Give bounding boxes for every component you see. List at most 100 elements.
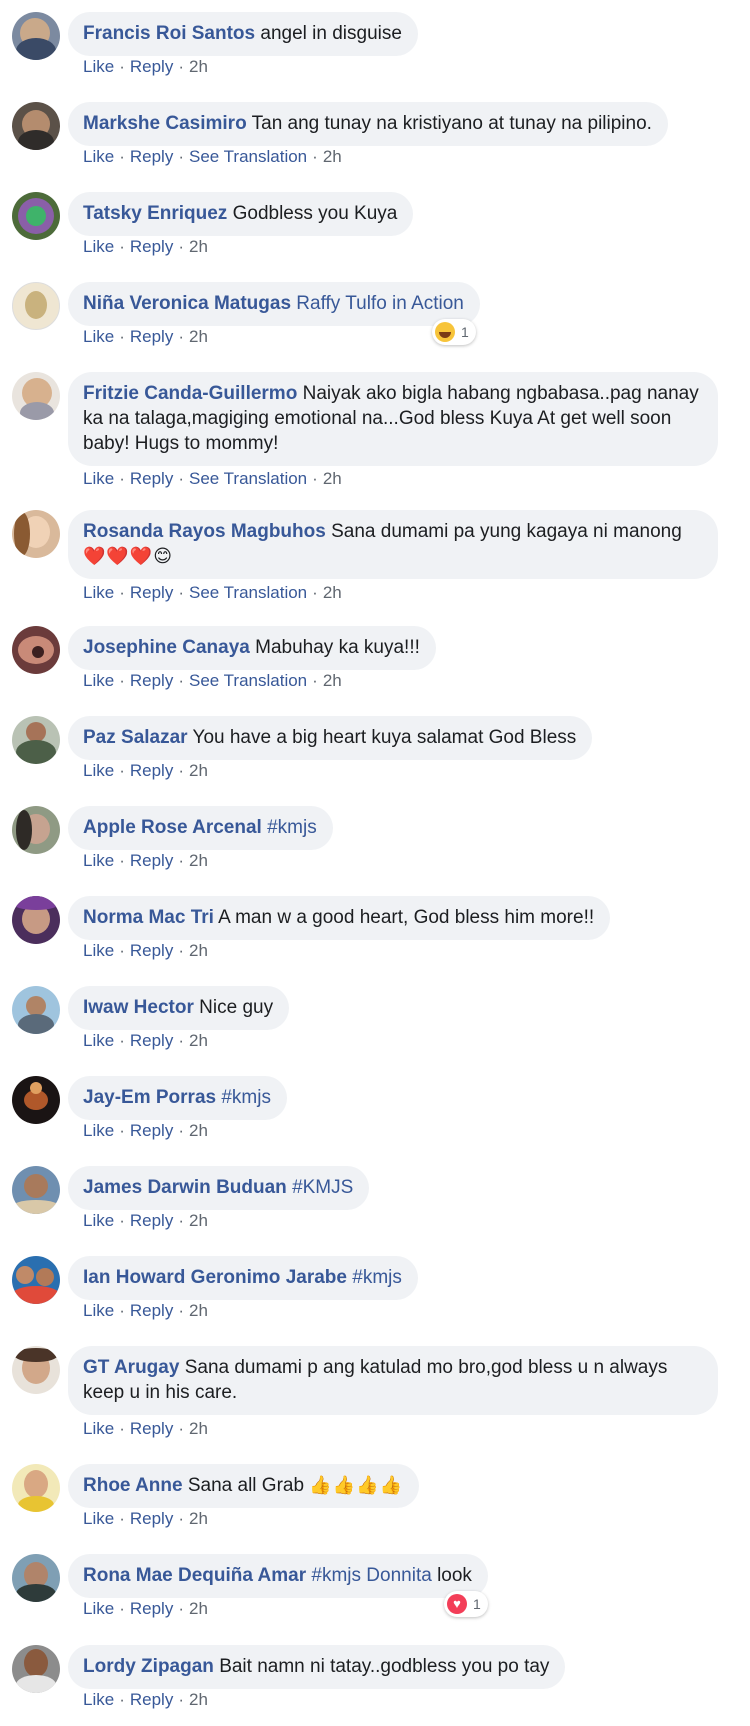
avatar[interactable] — [12, 1076, 60, 1124]
avatar[interactable] — [12, 626, 60, 674]
comment-author[interactable]: James Darwin Buduan — [83, 1177, 287, 1198]
reply-button[interactable]: Reply — [130, 1031, 173, 1050]
timestamp[interactable]: 2h — [323, 469, 342, 488]
avatar[interactable] — [12, 282, 60, 330]
comment-author[interactable]: Francis Roi Santos — [83, 23, 255, 44]
avatar[interactable] — [12, 986, 60, 1034]
comment-author[interactable]: Tatsky Enriquez — [83, 203, 227, 224]
comment-author[interactable]: Lordy Zipagan — [83, 1656, 214, 1677]
reply-button[interactable]: Reply — [130, 941, 173, 960]
avatar[interactable] — [12, 1645, 60, 1693]
hashtag-link[interactable]: #kmjs — [221, 1087, 271, 1108]
reply-button[interactable]: Reply — [130, 1509, 173, 1528]
avatar[interactable] — [12, 102, 60, 150]
hashtag-link[interactable]: #kmjs — [267, 817, 317, 838]
timestamp[interactable]: 2h — [189, 1211, 208, 1230]
avatar[interactable] — [12, 1256, 60, 1304]
comment-author[interactable]: Niña Veronica Matugas — [83, 293, 291, 314]
timestamp[interactable]: 2h — [189, 1121, 208, 1140]
comment-author[interactable]: GT Arugay — [83, 1357, 179, 1378]
timestamp[interactable]: 2h — [323, 671, 342, 690]
timestamp[interactable]: 2h — [189, 237, 208, 256]
avatar[interactable] — [12, 1346, 60, 1394]
reaction-count[interactable]: ♥ 1 — [444, 1591, 488, 1617]
like-button[interactable]: Like — [83, 1419, 114, 1438]
comment-author[interactable]: Jay-Em Porras — [83, 1087, 216, 1108]
hashtag-link[interactable]: #kmjs — [352, 1267, 402, 1288]
like-button[interactable]: Like — [83, 147, 114, 166]
see-translation-link[interactable]: See Translation — [189, 671, 307, 690]
reply-button[interactable]: Reply — [130, 147, 173, 166]
avatar[interactable] — [12, 1166, 60, 1214]
like-button[interactable]: Like — [83, 1690, 114, 1709]
mention-link[interactable]: #kmjs Donnita — [311, 1565, 431, 1586]
reply-button[interactable]: Reply — [130, 57, 173, 76]
timestamp[interactable]: 2h — [189, 851, 208, 870]
like-button[interactable]: Like — [83, 327, 114, 346]
hashtag-link[interactable]: #KMJS — [292, 1177, 353, 1198]
like-button[interactable]: Like — [83, 1211, 114, 1230]
like-button[interactable]: Like — [83, 761, 114, 780]
reply-button[interactable]: Reply — [130, 1690, 173, 1709]
comment-author[interactable]: Paz Salazar — [83, 727, 188, 748]
reply-button[interactable]: Reply — [130, 761, 173, 780]
timestamp[interactable]: 2h — [189, 327, 208, 346]
comment-author[interactable]: Fritzie Canda-Guillermo — [83, 383, 297, 404]
like-button[interactable]: Like — [83, 941, 114, 960]
avatar[interactable] — [12, 716, 60, 764]
timestamp[interactable]: 2h — [189, 57, 208, 76]
comment-author[interactable]: Rona Mae Dequiña Amar — [83, 1565, 306, 1586]
reply-button[interactable]: Reply — [130, 1211, 173, 1230]
see-translation-link[interactable]: See Translation — [189, 147, 307, 166]
timestamp[interactable]: 2h — [189, 761, 208, 780]
reply-button[interactable]: Reply — [130, 327, 173, 346]
like-button[interactable]: Like — [83, 1599, 114, 1618]
comment-author[interactable]: Ian Howard Geronimo Jarabe — [83, 1267, 347, 1288]
comment-author[interactable]: Iwaw Hector — [83, 997, 194, 1018]
see-translation-link[interactable]: See Translation — [189, 469, 307, 488]
timestamp[interactable]: 2h — [189, 1599, 208, 1618]
timestamp[interactable]: 2h — [323, 583, 342, 602]
mention-link[interactable]: Raffy Tulfo in Action — [296, 293, 464, 314]
like-button[interactable]: Like — [83, 1121, 114, 1140]
like-button[interactable]: Like — [83, 1031, 114, 1050]
like-button[interactable]: Like — [83, 237, 114, 256]
like-button[interactable]: Like — [83, 469, 114, 488]
comment-author[interactable]: Rhoe Anne — [83, 1475, 183, 1496]
avatar[interactable] — [12, 806, 60, 854]
avatar[interactable] — [12, 12, 60, 60]
like-button[interactable]: Like — [83, 57, 114, 76]
comment-author[interactable]: Josephine Canaya — [83, 637, 250, 658]
avatar[interactable] — [12, 510, 60, 558]
reply-button[interactable]: Reply — [130, 851, 173, 870]
reply-button[interactable]: Reply — [130, 469, 173, 488]
reply-button[interactable]: Reply — [130, 671, 173, 690]
avatar[interactable] — [12, 1464, 60, 1512]
comment-author[interactable]: Norma Mac Tri — [83, 907, 214, 928]
reply-button[interactable]: Reply — [130, 583, 173, 602]
timestamp[interactable]: 2h — [189, 1690, 208, 1709]
reaction-count[interactable]: 1 — [432, 319, 476, 345]
reply-button[interactable]: Reply — [130, 1301, 173, 1320]
comment-author[interactable]: Apple Rose Arcenal — [83, 817, 262, 838]
see-translation-link[interactable]: See Translation — [189, 583, 307, 602]
reply-button[interactable]: Reply — [130, 237, 173, 256]
avatar[interactable] — [12, 192, 60, 240]
reply-button[interactable]: Reply — [130, 1121, 173, 1140]
timestamp[interactable]: 2h — [189, 1419, 208, 1438]
avatar[interactable] — [12, 896, 60, 944]
timestamp[interactable]: 2h — [189, 1031, 208, 1050]
reply-button[interactable]: Reply — [130, 1419, 173, 1438]
like-button[interactable]: Like — [83, 583, 114, 602]
timestamp[interactable]: 2h — [189, 1301, 208, 1320]
timestamp[interactable]: 2h — [323, 147, 342, 166]
like-button[interactable]: Like — [83, 1509, 114, 1528]
reply-button[interactable]: Reply — [130, 1599, 173, 1618]
avatar[interactable] — [12, 1554, 60, 1602]
avatar[interactable] — [12, 372, 60, 420]
comment-author[interactable]: Rosanda Rayos Magbuhos — [83, 521, 326, 542]
like-button[interactable]: Like — [83, 1301, 114, 1320]
comment-author[interactable]: Markshe Casimiro — [83, 113, 247, 134]
timestamp[interactable]: 2h — [189, 941, 208, 960]
like-button[interactable]: Like — [83, 851, 114, 870]
